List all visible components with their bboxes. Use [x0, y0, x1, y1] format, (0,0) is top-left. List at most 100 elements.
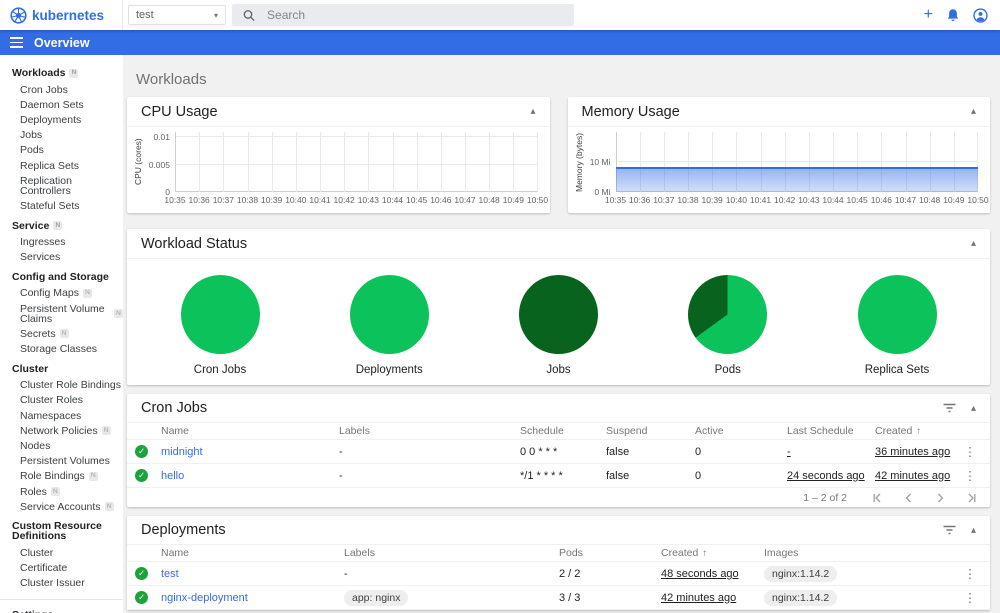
column-header-active[interactable]: Active: [695, 425, 787, 437]
sidebar-item-label: Cluster Issuer: [20, 577, 85, 590]
sidebar-item-settings[interactable]: Settings: [0, 604, 123, 613]
sidebar-section-cluster[interactable]: Cluster: [0, 360, 123, 378]
sidebar-item-cluster-issuer[interactable]: Cluster Issuer: [0, 576, 123, 591]
created-cell: 42 minutes ago: [875, 470, 958, 482]
sidebar-item-deployments[interactable]: Deployments: [0, 112, 123, 127]
workload-pie-cron-jobs: Cron Jobs: [175, 275, 265, 376]
table-row: ✓ hello - */1 * * * * false 0 24 seconds ago 42…: [127, 464, 990, 488]
sidebar-item-secrets[interactable]: Secrets N: [0, 326, 123, 341]
sidebar-item-jobs[interactable]: Jobs: [0, 128, 123, 143]
last-page-button[interactable]: [967, 493, 978, 503]
sidebar-item-replication-controllers[interactable]: Replication Controllers: [0, 173, 123, 198]
collapse-button[interactable]: ▴: [971, 238, 976, 249]
menu-button[interactable]: [10, 37, 23, 48]
v-gridline: [392, 132, 394, 192]
collapse-button[interactable]: ▴: [971, 525, 976, 536]
sidebar-item-label: Service Accounts: [20, 500, 101, 513]
notifications-button[interactable]: [946, 8, 960, 23]
sidebar-item-ingresses[interactable]: Ingresses: [0, 235, 123, 250]
column-header-name[interactable]: Name: [161, 547, 344, 559]
chevron-right-button[interactable]: [935, 493, 946, 503]
search-input[interactable]: [267, 8, 563, 22]
sidebar-item-pods[interactable]: Pods: [0, 143, 123, 158]
account-button[interactable]: [973, 7, 988, 23]
x-axis-tick-label: 10:36: [629, 195, 651, 205]
sidebar-item-label: Storage Classes: [20, 343, 98, 356]
collapse-button[interactable]: ▴: [971, 403, 976, 414]
sidebar-item-service-accounts[interactable]: Service Accounts N: [0, 499, 123, 514]
column-header-pods[interactable]: Pods: [559, 547, 661, 559]
column-header-name[interactable]: Name: [161, 425, 339, 437]
filter-button[interactable]: [942, 524, 957, 536]
kubernetes-logo[interactable]: kubernetes: [0, 0, 123, 30]
first-page-button[interactable]: [871, 493, 882, 503]
name-cell: test: [161, 568, 344, 580]
sidebar-item-roles[interactable]: Roles N: [0, 484, 123, 499]
column-header-suspend[interactable]: Suspend: [606, 425, 695, 437]
labels-cell: -: [344, 568, 559, 580]
row-menu-button[interactable]: ⋮: [958, 468, 982, 483]
created-value[interactable]: 36 minutes ago: [875, 446, 950, 458]
sidebar-item-daemon-sets[interactable]: Daemon Sets: [0, 97, 123, 112]
first-page-icon: [873, 493, 881, 502]
sidebar-item-config-maps[interactable]: Config Maps N: [0, 286, 123, 301]
sidebar-item-cron-jobs[interactable]: Cron Jobs: [0, 82, 123, 97]
sidebar-item-persistent-volumes[interactable]: Persistent Volumes: [0, 454, 123, 469]
resource-link[interactable]: hello: [161, 470, 184, 482]
x-axis-tick-label: 10:38: [677, 195, 699, 205]
sidebar-section-service[interactable]: Service N: [0, 217, 123, 235]
sidebar-item-role-bindings[interactable]: Role Bindings N: [0, 469, 123, 484]
sidebar-divider: [0, 598, 123, 600]
column-header-images[interactable]: Images: [764, 547, 958, 559]
column-header-last-schedule[interactable]: Last Schedule: [787, 425, 875, 437]
h-gridline: [615, 161, 978, 162]
sidebar-item-network-policies[interactable]: Network Policies N: [0, 423, 123, 438]
sidebar-item-label: Services: [20, 251, 61, 264]
create-button[interactable]: +: [924, 7, 933, 23]
sidebar-section-workloads[interactable]: Workloads N: [0, 64, 123, 82]
row-menu-button[interactable]: ⋮: [958, 590, 982, 605]
created-value[interactable]: 42 minutes ago: [661, 592, 736, 604]
resource-link[interactable]: nginx-deployment: [161, 592, 248, 604]
sidebar-item-stateful-sets[interactable]: Stateful Sets: [0, 198, 123, 213]
created-value[interactable]: 48 seconds ago: [661, 568, 739, 580]
row-menu-button[interactable]: ⋮: [958, 566, 982, 581]
sidebar-item-services[interactable]: Services: [0, 250, 123, 265]
sidebar-section-config-and-storage[interactable]: Config and Storage: [0, 268, 123, 286]
sidebar-item-nodes[interactable]: Nodes: [0, 438, 123, 453]
status-ok-icon: ✓: [135, 591, 148, 604]
sidebar-item-namespaces[interactable]: Namespaces: [0, 408, 123, 423]
column-header-schedule[interactable]: Schedule: [520, 425, 606, 437]
sidebar-item-certificate[interactable]: Certificate: [0, 561, 123, 576]
namespace-selector[interactable]: test ▾: [128, 5, 226, 25]
search-icon: [243, 9, 255, 21]
sidebar-item-persistent-volume-claims[interactable]: Persistent Volume Claims N: [0, 301, 123, 326]
collapse-button[interactable]: ▴: [530, 106, 535, 117]
sidebar-item-cluster-role-bindings[interactable]: Cluster Role Bindings: [0, 378, 123, 393]
resource-link[interactable]: test: [161, 568, 179, 580]
sidebar-item-storage-classes[interactable]: Storage Classes: [0, 341, 123, 356]
labels-value: -: [344, 567, 348, 580]
bell-icon: [947, 8, 959, 21]
sidebar-item-replica-sets[interactable]: Replica Sets: [0, 158, 123, 173]
resource-link[interactable]: midnight: [161, 446, 203, 458]
column-header-created[interactable]: Created ↑: [661, 547, 764, 559]
sidebar-section-custom-resource-definitions[interactable]: Custom Resource Definitions: [0, 517, 123, 545]
sidebar-item-cluster-roles[interactable]: Cluster Roles: [0, 393, 123, 408]
last-schedule-value[interactable]: -: [787, 446, 791, 458]
column-header-labels[interactable]: Labels: [344, 547, 559, 559]
column-header-labels[interactable]: Labels: [339, 425, 520, 437]
chevron-left-button[interactable]: [903, 493, 914, 503]
name-cell: nginx-deployment: [161, 592, 344, 604]
v-gridline: [271, 132, 273, 192]
row-menu-button[interactable]: ⋮: [958, 444, 982, 459]
column-header-created[interactable]: Created ↑: [875, 425, 958, 437]
sidebar-item-cluster[interactable]: Cluster: [0, 545, 123, 560]
created-value[interactable]: 42 minutes ago: [875, 470, 950, 482]
table-row: ✓ nginx-deployment app: nginx 3 / 3 42 minut…: [127, 586, 990, 610]
search-bar[interactable]: [232, 4, 574, 26]
collapse-button[interactable]: ▴: [971, 106, 976, 117]
filter-button[interactable]: [942, 402, 957, 414]
sidebar-item-label: Namespaces: [20, 409, 82, 422]
last-schedule-value[interactable]: 24 seconds ago: [787, 470, 865, 482]
